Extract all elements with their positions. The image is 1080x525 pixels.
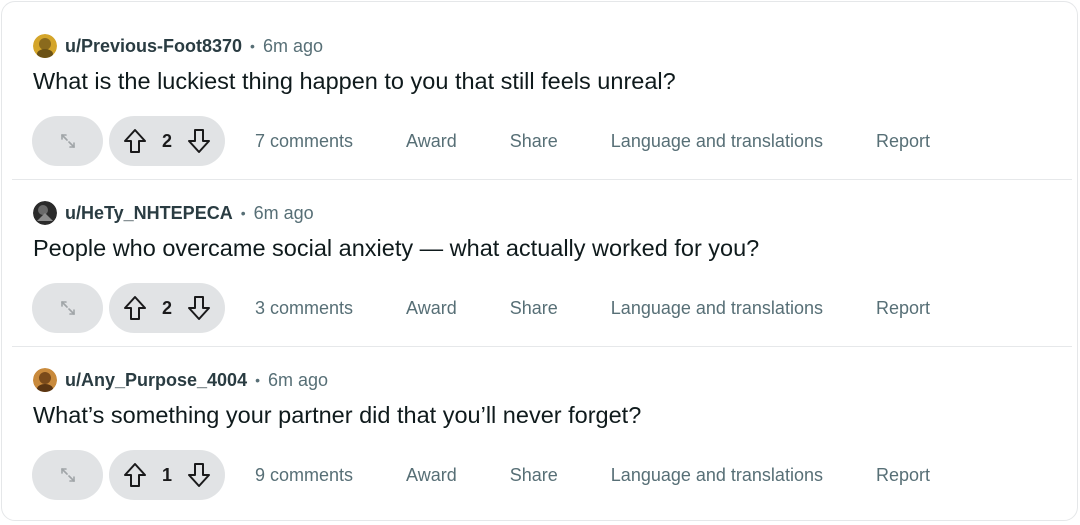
expand-button[interactable] (32, 283, 103, 333)
expand-icon (58, 465, 78, 485)
post-meta: u/Any_Purpose_4004 • 6m ago (33, 368, 328, 392)
award-button[interactable]: Award (406, 465, 457, 486)
comments-button[interactable]: 9 comments (255, 465, 353, 486)
post-author[interactable]: u/Previous-Foot8370 (65, 36, 242, 57)
share-button[interactable]: Share (510, 131, 558, 152)
vote-control: 2 (109, 283, 225, 333)
expand-button[interactable] (32, 116, 103, 166)
upvote-arrow-icon[interactable] (123, 295, 147, 321)
post-actions: 2 3 comments Award Share Language and tr… (32, 282, 930, 334)
downvote-arrow-icon[interactable] (187, 462, 211, 488)
upvote-arrow-icon[interactable] (123, 462, 147, 488)
post-title[interactable]: What is the luckiest thing happen to you… (33, 68, 676, 95)
meta-separator: • (250, 38, 255, 54)
vote-count: 2 (161, 297, 172, 318)
upvote-arrow-icon[interactable] (123, 128, 147, 154)
language-translations-button[interactable]: Language and translations (611, 131, 823, 152)
vote-control: 2 (109, 116, 225, 166)
post-title[interactable]: What’s something your partner did that y… (33, 402, 641, 429)
comments-button[interactable]: 7 comments (255, 131, 353, 152)
meta-separator: • (255, 372, 260, 388)
post-item[interactable]: u/HeTy_NHTEPECA • 6m ago People who over… (12, 179, 1072, 346)
post-actions: 2 7 comments Award Share Language and tr… (32, 115, 930, 167)
post-actions: 1 9 comments Award Share Language and tr… (32, 449, 930, 501)
share-button[interactable]: Share (510, 298, 558, 319)
post-author[interactable]: u/Any_Purpose_4004 (65, 370, 247, 391)
report-button[interactable]: Report (876, 131, 930, 152)
post-time: 6m ago (262, 35, 323, 56)
expand-icon (58, 131, 78, 151)
post-title[interactable]: People who overcame social anxiety — wha… (33, 235, 759, 262)
user-avatar[interactable] (33, 368, 57, 392)
report-button[interactable]: Report (876, 465, 930, 486)
award-button[interactable]: Award (406, 131, 457, 152)
downvote-arrow-icon[interactable] (187, 295, 211, 321)
language-translations-button[interactable]: Language and translations (611, 298, 823, 319)
post-author[interactable]: u/HeTy_NHTEPECA (65, 203, 233, 224)
meta-separator: • (240, 205, 246, 221)
comments-button[interactable]: 3 comments (255, 298, 353, 319)
post-meta: u/Previous-Foot8370 • 6m ago (33, 34, 323, 58)
vote-control: 1 (109, 450, 225, 500)
expand-button[interactable] (32, 450, 103, 500)
share-button[interactable]: Share (510, 465, 558, 486)
post-item[interactable]: u/Any_Purpose_4004 • 6m ago What’s somet… (12, 346, 1072, 513)
expand-icon (58, 298, 78, 318)
report-button[interactable]: Report (876, 298, 930, 319)
downvote-arrow-icon[interactable] (187, 128, 211, 154)
user-avatar[interactable] (33, 201, 57, 225)
language-translations-button[interactable]: Language and translations (611, 465, 823, 486)
user-avatar[interactable] (33, 34, 57, 58)
award-button[interactable]: Award (406, 298, 457, 319)
vote-count: 1 (161, 464, 172, 485)
post-time: 6m ago (253, 202, 314, 223)
vote-count: 2 (161, 130, 172, 151)
post-time: 6m ago (268, 369, 329, 390)
post-item[interactable]: u/Previous-Foot8370 • 6m ago What is the… (12, 12, 1072, 179)
post-meta: u/HeTy_NHTEPECA • 6m ago (33, 201, 314, 225)
post-list-card: u/Previous-Foot8370 • 6m ago What is the… (1, 1, 1078, 521)
